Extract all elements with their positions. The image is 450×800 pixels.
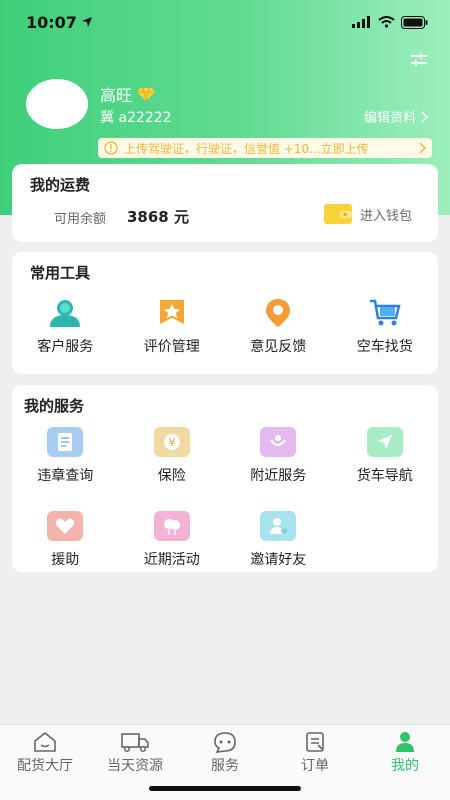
wallet-label: 进入钱包 xyxy=(359,208,412,224)
user-id: 冀 a22222 xyxy=(100,110,172,126)
battery-icon xyxy=(401,15,428,29)
balance-label: 可用余额 xyxy=(54,212,107,227)
services-title: 我的服务 xyxy=(24,397,85,415)
home-indicator xyxy=(149,786,301,791)
activity-icon xyxy=(153,511,190,541)
edit-profile-label: 编辑资料 xyxy=(363,111,416,126)
username: 高旺 xyxy=(100,86,133,105)
chevron-right-icon xyxy=(421,110,428,123)
service-truck-navigation[interactable]: 货车导航 xyxy=(332,427,439,511)
wifi-icon xyxy=(378,16,395,28)
username-row: 高旺 xyxy=(100,82,156,106)
tool-customer-service[interactable]: 客户服务 xyxy=(12,298,119,356)
freight-title: 我的运费 xyxy=(30,176,91,194)
service-label: 近期活动 xyxy=(143,552,200,568)
home-icon xyxy=(34,731,56,752)
tab-dispatch-hall[interactable]: 配货大厅 xyxy=(0,725,90,800)
sliders-icon xyxy=(411,53,427,66)
balance-value: 3868 元 xyxy=(127,208,189,226)
wallet-icon xyxy=(323,204,352,224)
tool-empty-truck-find-cargo[interactable]: 空车找货 xyxy=(332,298,439,356)
feedback-icon xyxy=(266,299,291,327)
tab-mine[interactable]: 我的 xyxy=(360,725,450,800)
service-icon xyxy=(214,732,236,753)
rating-icon xyxy=(159,300,184,324)
info-icon xyxy=(104,141,118,155)
nearby-icon xyxy=(260,427,297,457)
edit-profile-link[interactable]: 编辑资料 xyxy=(364,107,428,126)
tab-label: 订单 xyxy=(301,758,329,774)
tab-label: 配货大厅 xyxy=(17,758,73,774)
service-label: 附近服务 xyxy=(250,468,307,484)
freight-card: 我的运费 可用余额 3868 元 进入钱包 xyxy=(12,164,438,242)
profile-icon xyxy=(396,732,414,752)
service-label: 货车导航 xyxy=(356,468,413,484)
status-bar: 10:07 xyxy=(0,0,450,44)
service-invite-friends[interactable]: 邀请好友 xyxy=(225,511,332,595)
truck-icon xyxy=(121,733,149,753)
tools-title: 常用工具 xyxy=(30,264,91,282)
service-aid[interactable]: 援助 xyxy=(12,511,119,595)
svg-text:¥: ¥ xyxy=(168,436,175,449)
aid-icon xyxy=(47,511,84,541)
common-tools-card: 常用工具 客户服务 评价管理 意见反馈 空车找货 xyxy=(12,252,438,374)
insurance-icon: ¥ xyxy=(153,427,190,457)
order-icon xyxy=(306,732,324,752)
service-nearby[interactable]: 附近服务 xyxy=(225,427,332,511)
service-label: 邀请好友 xyxy=(250,552,307,568)
tool-label: 意见反馈 xyxy=(250,339,307,355)
tool-feedback[interactable]: 意见反馈 xyxy=(225,298,332,356)
status-time: 10:07 xyxy=(26,12,77,32)
service-violation-query[interactable]: 违章查询 xyxy=(12,427,119,511)
service-label: 违章查询 xyxy=(37,468,94,484)
chevron-right-icon xyxy=(419,142,426,154)
location-arrow-icon xyxy=(81,17,92,27)
navigation-icon xyxy=(366,427,403,457)
tab-label: 我的 xyxy=(391,758,419,774)
customer-service-icon xyxy=(50,300,81,327)
cart-icon xyxy=(369,299,401,326)
upload-license-banner[interactable]: 上传驾驶证，行驶证，信誉值 +10...立即上传 xyxy=(98,138,432,158)
service-recent-activities[interactable]: 近期活动 xyxy=(119,511,226,595)
tool-label: 客户服务 xyxy=(37,339,94,355)
my-services-card: 我的服务 违章查询 ¥ 保险 附近服务 货车导航 援助 近期活动 邀请好友 xyxy=(12,385,438,572)
invite-icon xyxy=(260,511,297,541)
settings-button[interactable] xyxy=(408,50,430,70)
tool-label: 空车找货 xyxy=(356,339,413,355)
tool-label: 评价管理 xyxy=(143,339,200,355)
wallet-link[interactable]: 进入钱包 xyxy=(323,204,412,224)
avatar[interactable] xyxy=(26,79,88,129)
service-label: 援助 xyxy=(51,552,80,568)
upload-banner-text: 上传驾驶证，行驶证，信誉值 +10...立即上传 xyxy=(124,141,369,156)
tool-rating-management[interactable]: 评价管理 xyxy=(119,298,226,356)
service-insurance[interactable]: ¥ 保险 xyxy=(119,427,226,511)
service-label: 保险 xyxy=(157,468,186,484)
tab-label: 服务 xyxy=(211,758,239,774)
tab-label: 当天资源 xyxy=(107,758,163,774)
diamond-badge-icon xyxy=(137,87,156,101)
signal-icon xyxy=(352,16,370,28)
violation-icon xyxy=(47,427,84,457)
